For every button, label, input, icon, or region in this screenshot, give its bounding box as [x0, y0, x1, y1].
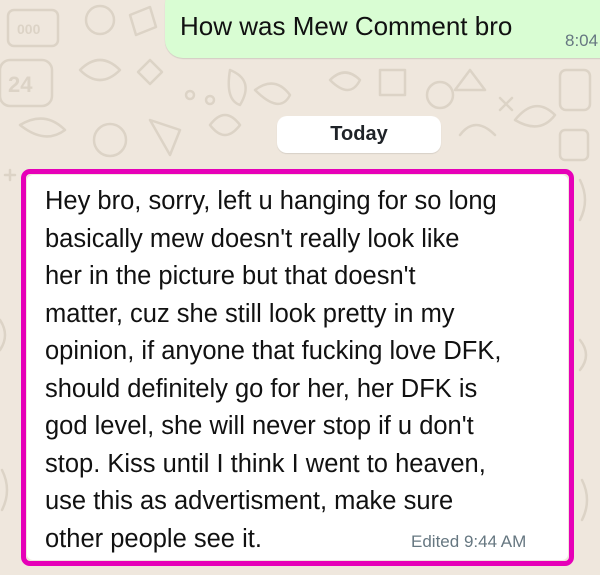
wallpaper-doodle — [18, 117, 67, 138]
wallpaper-doodle — [498, 96, 514, 112]
wallpaper-doodle — [580, 478, 589, 522]
wallpaper-doodle — [578, 178, 587, 222]
wallpaper-doodle — [253, 82, 292, 105]
incoming-message-meta: Edited 9:44 AM — [411, 532, 526, 552]
wallpaper-doodle — [0, 318, 7, 352]
wallpaper-doodle — [558, 128, 590, 162]
incoming-message-text: Hey bro, sorry, left u hanging for so lo… — [45, 187, 502, 553]
wallpaper-doodle — [148, 118, 182, 157]
wallpaper-doodle — [92, 122, 128, 158]
wallpaper-doodle — [84, 4, 116, 36]
wallpaper-doodle — [425, 80, 455, 110]
date-separator: Today — [277, 116, 441, 153]
outgoing-message-time: 8:04 — [565, 31, 599, 50]
wallpaper-doodle — [578, 338, 588, 372]
wallpaper-doodle — [208, 113, 242, 137]
outgoing-message-text: How was Mew Comment bro — [180, 11, 513, 41]
wallpaper-doodle — [0, 468, 9, 512]
wallpaper-doodle-text: 24 — [8, 72, 33, 97]
wallpaper-doodle — [136, 58, 164, 86]
wallpaper-doodle — [458, 123, 497, 137]
wallpaper-doodle — [128, 5, 158, 37]
wallpaper-doodle — [328, 71, 362, 92]
wallpaper-doodle — [184, 89, 196, 101]
wallpaper-doodle — [78, 58, 122, 82]
wallpaper-doodle — [453, 68, 487, 92]
wallpaper-doodle — [3, 168, 17, 182]
wallpaper-doodle — [204, 94, 216, 106]
incoming-message-time: 9:44 AM — [463, 532, 527, 551]
wallpaper-doodle — [227, 68, 247, 107]
wallpaper-doodle — [378, 68, 407, 97]
edited-label: Edited — [411, 532, 460, 551]
wallpaper-doodle — [513, 105, 557, 128]
wallpaper-doodle-text: 000 — [17, 21, 41, 37]
wallpaper-doodle — [558, 68, 592, 112]
